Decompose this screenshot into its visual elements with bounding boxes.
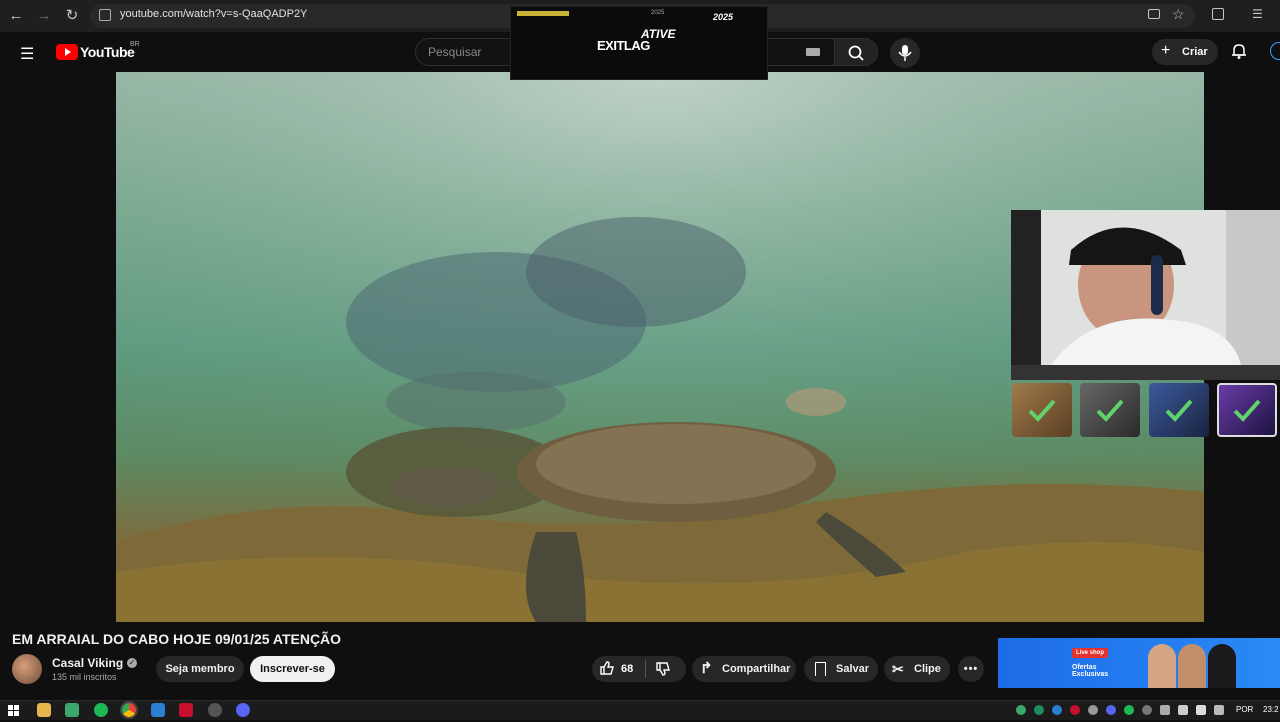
tray-icon-4[interactable] (1070, 705, 1080, 715)
create-label: Criar (1182, 46, 1208, 58)
tray-icon-2[interactable] (1034, 705, 1044, 715)
battery-icon[interactable] (1214, 705, 1224, 715)
ad-small-text: 2025 (651, 10, 665, 16)
site-info-icon[interactable] (99, 9, 111, 21)
volume-icon[interactable] (1196, 705, 1206, 715)
network-icon[interactable] (1178, 705, 1188, 715)
tray-icon-5[interactable] (1088, 705, 1098, 715)
save-label: Salvar (836, 663, 870, 675)
clock[interactable]: 23:2 (1263, 705, 1279, 714)
like-divider (645, 660, 646, 678)
promo-person-3 (1208, 644, 1236, 688)
youtube-logo-text[interactable]: YouTube (80, 44, 135, 60)
file-explorer-icon[interactable] (37, 703, 51, 717)
subscribe-button[interactable]: Inscrever-se (250, 656, 335, 682)
channel-name[interactable]: Casal Viking (52, 656, 123, 670)
tray-icon-8[interactable] (1142, 705, 1152, 715)
like-count[interactable]: 68 (621, 663, 633, 675)
subscriber-count: 135 mil inscritos (52, 672, 117, 682)
bookmark-star-icon[interactable]: ☆ (1172, 6, 1185, 23)
more-actions-icon[interactable]: ••• (958, 656, 984, 682)
webcam-border (1011, 365, 1280, 380)
language-indicator[interactable]: POR (1236, 705, 1253, 714)
media-player-icon[interactable] (151, 703, 165, 717)
promo-text: Ofertas Exclusivas (1072, 664, 1109, 678)
notifications-bell-icon[interactable] (1231, 42, 1247, 60)
verified-check-icon: ✓ (127, 658, 137, 668)
microphone-tray-icon[interactable] (1160, 705, 1170, 715)
discord-icon[interactable] (236, 703, 250, 717)
reload-icon[interactable]: ↻ (62, 6, 82, 26)
achievement-badge-2 (1080, 383, 1140, 437)
sidebar-promo-banner[interactable]: Live shop Ofertas Exclusivas (998, 638, 1280, 688)
streamer-webcam (1011, 210, 1280, 365)
spotify-icon[interactable] (94, 703, 108, 717)
tray-icon-6[interactable] (1106, 705, 1116, 715)
exitlag-ad-banner[interactable]: 2025 2025 ATIVE EXITLAG (510, 6, 768, 80)
menu-hamburger-icon[interactable]: ☰ (20, 44, 34, 64)
clip-label: Clipe (914, 663, 941, 675)
achievement-badge-4 (1217, 383, 1277, 437)
achievement-badge-1 (1012, 383, 1072, 437)
back-arrow-icon[interactable]: ← (6, 6, 26, 26)
youtube-logo-icon[interactable] (56, 44, 78, 60)
save-button[interactable]: Salvar (804, 656, 878, 682)
save-bookmark-icon (815, 662, 826, 676)
create-button[interactable]: + Criar (1152, 39, 1218, 65)
share-label: Compartilhar (722, 663, 791, 675)
extensions-icon[interactable] (1212, 8, 1224, 20)
microphone-icon (898, 45, 912, 61)
achievement-badge-3 (1149, 383, 1209, 437)
scissors-icon: ✂ (892, 661, 904, 677)
promo-person-2 (1178, 644, 1206, 688)
ad-stripe (517, 11, 569, 16)
plus-icon: + (1161, 42, 1171, 59)
windows-start-icon[interactable] (8, 704, 20, 716)
url-text[interactable]: youtube.com/watch?v=s-QaaQADP2Y (120, 8, 307, 20)
country-code: BR (130, 41, 140, 48)
tray-spotify-icon[interactable] (1124, 705, 1134, 715)
reading-list-icon[interactable]: ☰ (1252, 7, 1263, 21)
share-arrow-icon: ↱ (700, 660, 713, 677)
obs-icon[interactable] (208, 703, 222, 717)
cast-icon[interactable] (1148, 9, 1160, 19)
chrome-icon[interactable] (120, 701, 138, 719)
dislike-thumb-icon[interactable] (655, 661, 671, 677)
tray-icon-1[interactable] (1016, 705, 1026, 715)
ad-brand: EXITLAG (597, 38, 650, 53)
forward-arrow-icon[interactable]: → (34, 6, 54, 26)
share-button[interactable]: ↱ Compartilhar (692, 656, 796, 682)
clip-button[interactable]: ✂ Clipe (884, 656, 950, 682)
promo-person-1 (1148, 644, 1176, 688)
search-button[interactable] (834, 38, 878, 66)
search-placeholder: Pesquisar (428, 45, 482, 59)
channel-avatar[interactable] (12, 654, 42, 684)
taskbar-news-icon[interactable] (179, 703, 193, 717)
video-title: EM ARRAIAL DO CABO HOJE 09/01/25 ATENÇÃO (12, 631, 342, 647)
like-thumb-icon[interactable] (599, 660, 615, 676)
taskbar-app-icon[interactable] (65, 703, 79, 717)
ad-year: 2025 (713, 12, 734, 22)
tray-icon-3[interactable] (1052, 705, 1062, 715)
keyboard-icon[interactable] (806, 48, 820, 56)
promo-tag: Live shop (1072, 648, 1109, 658)
voice-search-button[interactable] (890, 38, 920, 68)
join-button[interactable]: Seja membro (156, 656, 244, 682)
